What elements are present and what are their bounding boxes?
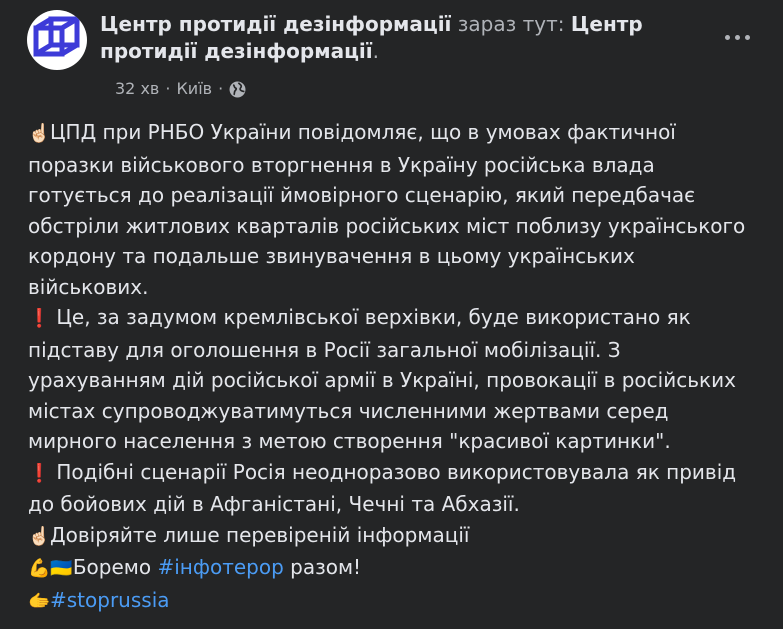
title-trailing-period: .: [372, 39, 379, 63]
post-line: підставу для оголошення в Росії загально…: [28, 337, 621, 362]
exclamation-emoji: ❗: [28, 462, 51, 484]
location-page-link-part2[interactable]: протидії дезінформації: [100, 39, 373, 63]
post-line: військових.: [28, 274, 149, 299]
pointing-hand-emoji: 🫱: [28, 590, 51, 612]
location-connector: зараз тут:: [451, 12, 571, 36]
hashtag-infoteror-link[interactable]: #інфотерор: [157, 555, 283, 579]
post-body: ☝🏻ЦПД при РНБО України повідомляє, що в …: [28, 117, 768, 617]
pointing-up-emoji: ☝🏻: [28, 525, 51, 547]
globe-icon[interactable]: [229, 81, 246, 98]
post-line: кордону та подальше звинувачення в цьому…: [28, 244, 635, 268]
post-timestamp[interactable]: 32 хв: [115, 78, 159, 100]
post-line: 🫱#stoprussia: [28, 585, 768, 618]
post-line: ☝🏻Довіряйте лише перевіреній інформації: [28, 520, 768, 553]
post-line: ❗ Подібні сценарії Росія неодноразово ви…: [28, 457, 768, 490]
post-line: мирного населення з метою створення "кра…: [28, 429, 671, 453]
location-page-link-part1[interactable]: Центр: [571, 12, 643, 36]
post-line: 💪🇺🇦Боремо #інфотерор разом!: [28, 555, 362, 579]
exclamation-emoji: ❗: [28, 308, 51, 329]
post-meta: 32 хв · Київ ·: [115, 78, 246, 100]
post-line: урахуванням дій російської армії в Украї…: [28, 368, 736, 392]
post-line: обстріли житлових кварталів російських м…: [28, 213, 746, 238]
post-line: містах супроводжуватимуться численними ж…: [28, 398, 669, 423]
pointing-up-emoji: ☝🏻: [28, 123, 51, 144]
post-line: готується до реалізації ймовірного сцена…: [28, 183, 696, 207]
meta-separator: ·: [218, 79, 224, 98]
more-options-button[interactable]: [717, 24, 757, 50]
post-line: ☝🏻ЦПД при РНБО України повідомляє, що в …: [28, 117, 768, 150]
cube-logo-icon: [33, 16, 80, 57]
post-header: Центр протидії дезінформації зараз тут: …: [27, 10, 767, 100]
muscle-flag-emoji: 💪🇺🇦: [28, 558, 73, 579]
facebook-post: Центр протидії дезінформації зараз тут: …: [0, 0, 783, 629]
post-line: ❗ Це, за задумом кремлівської верхівки, …: [28, 302, 768, 335]
post-title: Центр протидії дезінформації зараз тут: …: [100, 11, 700, 65]
post-line: поразки військового вторгнення в Україну…: [28, 152, 655, 177]
more-horizontal-icon: [724, 34, 730, 40]
post-line: до бойових дій в Афганістані, Чечні та А…: [28, 492, 520, 516]
page-name-link[interactable]: Центр протидії дезінформації: [100, 12, 451, 36]
meta-separator: ·: [165, 79, 171, 98]
page-avatar[interactable]: [27, 10, 87, 70]
hashtag-stoprussia-link[interactable]: #stoprussia: [50, 588, 170, 612]
post-location[interactable]: Київ: [176, 78, 212, 100]
